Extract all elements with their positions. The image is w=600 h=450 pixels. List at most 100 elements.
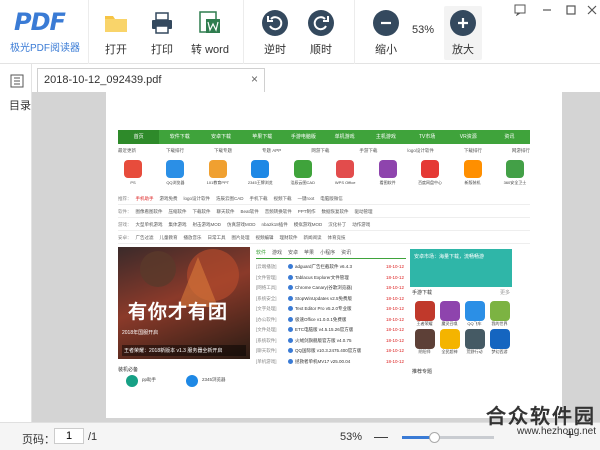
open-label: 打开 bbox=[105, 44, 127, 56]
maximize-icon[interactable] bbox=[564, 4, 578, 18]
list-dot-icon bbox=[288, 327, 293, 333]
feedback-icon[interactable] bbox=[513, 4, 527, 18]
webpage-tab: 小程序 bbox=[320, 250, 336, 256]
list-dot-icon bbox=[288, 306, 293, 312]
webpage-subnav-item: 网游排行 bbox=[511, 148, 530, 153]
list-dot-icon bbox=[288, 285, 293, 291]
webpage-banner: 有你才有团 2018年国服开启 王者荣耀：2018新版本 v1.3 服务器全新开… bbox=[118, 247, 250, 359]
document-tab[interactable]: 2018-10-12_092439.pdf × bbox=[37, 68, 265, 92]
zoom-in-button[interactable]: 放大 bbox=[444, 6, 482, 60]
close-icon[interactable] bbox=[585, 4, 599, 18]
webpage-subnav-item: 下载专题 bbox=[214, 148, 233, 153]
row-item: 广告过滤 bbox=[135, 235, 154, 240]
webpage-nav-item: 软件下载 bbox=[169, 134, 190, 140]
zoom-slider-thumb[interactable] bbox=[429, 432, 441, 443]
list-dot-icon bbox=[288, 337, 293, 343]
download-app: QQ飞车 bbox=[462, 301, 487, 327]
row-item: 模拟游戏MOD bbox=[293, 222, 323, 227]
list-date: 18-10-12 bbox=[385, 348, 404, 353]
list-date: 18-10-12 bbox=[385, 337, 404, 343]
recommend-heading: 推荐专题 bbox=[412, 369, 433, 375]
row-item: 压缩软件 bbox=[168, 209, 187, 214]
list-item: [文件处理] ETC电脑版 v4.5.15.26官方版 18-10-12 bbox=[256, 325, 406, 335]
list-date: 18-10-12 bbox=[385, 306, 404, 311]
download-app-icon bbox=[464, 301, 485, 321]
list-name: 火绒剑旗舰版官方版 v4.0.75 bbox=[295, 337, 352, 343]
list-category: [办公软件] bbox=[256, 316, 277, 322]
zoom-percentage[interactable]: 53% bbox=[412, 24, 434, 36]
list-name: adguard广告拦截软件 v6.4.3 bbox=[295, 264, 353, 269]
webpage-app: 百度网盘中心 bbox=[415, 160, 445, 190]
list-category: [文字处理] bbox=[256, 306, 277, 311]
minimize-icon[interactable] bbox=[540, 4, 554, 18]
app-name: 360安全卫士 bbox=[503, 180, 527, 185]
outline-icon[interactable] bbox=[10, 74, 24, 88]
app-icon bbox=[208, 160, 227, 178]
app-name: 百度网盘中心 bbox=[418, 180, 443, 185]
download-app-name: 荒野行动 bbox=[466, 349, 483, 354]
toolbar: PDF 极光PDF阅读器 打开 打印 转 word 逆时 顺时 缩小 53% 放… bbox=[0, 0, 600, 64]
row-item: 数据恢复软件 bbox=[321, 209, 349, 214]
list-dot-icon bbox=[288, 348, 293, 354]
webpage-row: 推荐： 手机助手 游戏免费 logo设计软件 浩辰云图CAD 手机下载 视频下载 一键root… bbox=[118, 193, 530, 205]
row-label: 推荐： bbox=[118, 196, 132, 201]
webpage-nav-item: VR资源 bbox=[459, 134, 477, 140]
rotate-cw-icon bbox=[308, 10, 334, 36]
toc-label[interactable]: 目录 bbox=[9, 97, 31, 113]
essential-items: pp助手 2345浏览器 bbox=[118, 375, 268, 391]
list-item: [办公软件] 极速Office v1.0.0.1免费版 18-10-12 bbox=[256, 315, 406, 325]
app-icon bbox=[463, 160, 482, 178]
webpage-subnav-item: 最近更新 bbox=[118, 148, 136, 153]
app-name: WPS Office bbox=[334, 180, 356, 185]
row-item: 动作游戏 bbox=[352, 222, 371, 227]
zoom-minus-icon[interactable]: — bbox=[374, 428, 388, 444]
download-app-icon bbox=[414, 301, 435, 321]
open-button[interactable]: 打开 bbox=[99, 6, 133, 60]
download-app-name: 王者荣耀 bbox=[416, 321, 433, 326]
app-icon bbox=[336, 160, 355, 178]
printer-icon bbox=[152, 12, 172, 34]
row-label: 软件： bbox=[118, 209, 132, 214]
app-icon bbox=[251, 160, 270, 178]
zoom-in-icon bbox=[450, 10, 476, 36]
tab-close-icon[interactable]: × bbox=[251, 72, 258, 86]
row-item: 游戏免费 bbox=[159, 196, 178, 201]
app-name: QQ浏览器 bbox=[166, 180, 185, 185]
row-item: 汉化补丁 bbox=[328, 222, 347, 227]
toolbar-divider bbox=[354, 0, 355, 64]
list-dot-icon bbox=[288, 358, 293, 364]
page-total: /1 bbox=[88, 431, 98, 443]
document-viewer[interactable]: 首页 软件下载 安卓下载 苹果下载 手游电脑版 单机游戏 主机游戏 TV市场 VR资源 资讯 最近… bbox=[32, 92, 600, 422]
list-date: 18-10-12 bbox=[385, 358, 404, 364]
watermark: 合众软件园 www.hezhong.net bbox=[486, 400, 596, 437]
webpage-app: 新版装机 bbox=[458, 160, 488, 190]
essential-name: pp助手 bbox=[142, 377, 157, 382]
list-item: [文字处理] Text Editor Pro v5.2.0专业版 18-10-12 bbox=[256, 304, 406, 314]
essential-icon bbox=[126, 375, 138, 387]
zoom-out-label: 缩小 bbox=[375, 44, 397, 56]
list-name: StopWinUpdates v2.5免费版 bbox=[295, 295, 353, 301]
webpage-nav-item: TV市场 bbox=[418, 134, 436, 140]
tab-bar: 2018-10-12_092439.pdf × bbox=[32, 64, 600, 92]
list-name: 拯救者单机MV17 v25.00.04 bbox=[295, 358, 351, 364]
row-item: nba2k18插件 bbox=[261, 222, 288, 227]
zoom-out-icon bbox=[373, 10, 399, 36]
to-word-button[interactable]: 转 word bbox=[190, 6, 230, 60]
page-number-input[interactable] bbox=[54, 428, 84, 444]
webpage-subnav-item: 手游下载 bbox=[359, 148, 378, 153]
row-item: 新闻阅读 bbox=[303, 235, 322, 240]
row-item: 图片处理 bbox=[231, 235, 250, 240]
zoom-out-button[interactable]: 缩小 bbox=[369, 6, 403, 60]
print-button[interactable]: 打印 bbox=[145, 6, 179, 60]
status-zoom: 53% bbox=[340, 431, 363, 443]
rotate-cw-label: 顺时 bbox=[310, 44, 332, 56]
download-app: 荒野行动 bbox=[462, 329, 487, 355]
rotate-cw-button[interactable]: 顺时 bbox=[304, 6, 338, 60]
app-icon bbox=[166, 160, 185, 178]
list-dot-icon bbox=[288, 274, 293, 280]
webpage-app: QQ浏览器 bbox=[160, 160, 190, 190]
zoom-slider[interactable] bbox=[402, 432, 494, 443]
row-item: Beat软件 bbox=[240, 209, 259, 214]
essential-icon bbox=[186, 375, 198, 387]
rotate-ccw-button[interactable]: 逆时 bbox=[258, 6, 292, 60]
